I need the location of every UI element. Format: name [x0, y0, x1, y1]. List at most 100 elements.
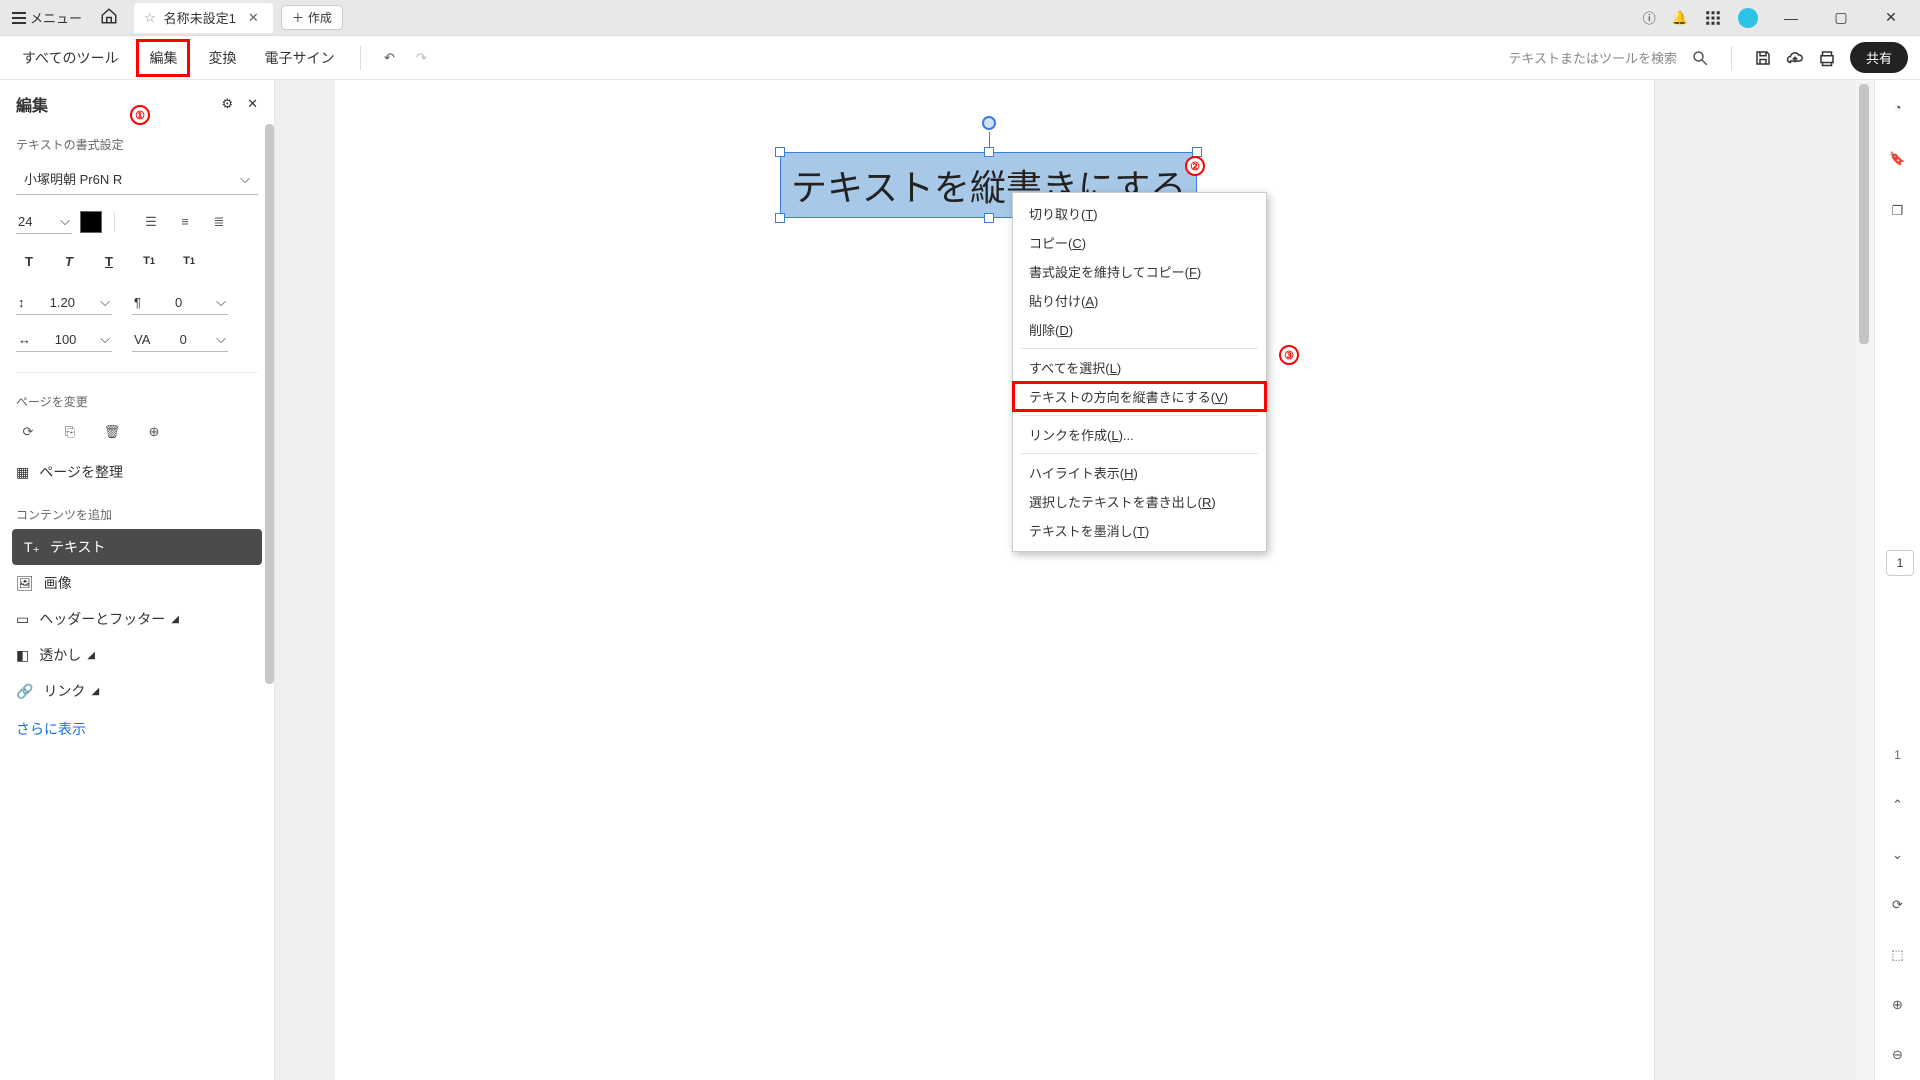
resize-handle-n[interactable]: [984, 147, 994, 157]
context-menu-item-label: ハイライト表示(: [1029, 466, 1124, 481]
font-family-select[interactable]: 小塚明朝 Pr6N R ⌵: [16, 163, 258, 195]
resize-handle-sw[interactable]: [775, 213, 785, 223]
bold-button[interactable]: T: [16, 248, 42, 274]
superscript-button[interactable]: T1: [136, 248, 162, 274]
redo-button[interactable]: ↷: [409, 46, 433, 70]
context-menu-item[interactable]: ハイライト表示(H): [1013, 458, 1266, 487]
kerning-input[interactable]: VA 0 ⌵: [132, 327, 228, 352]
tab-close-button[interactable]: ✕: [244, 10, 263, 26]
context-menu-item[interactable]: 書式設定を維持してコピー(F): [1013, 257, 1266, 286]
help-icon[interactable]: ⓘ: [1643, 8, 1656, 27]
zoom-in-button[interactable]: ⊕: [1883, 990, 1913, 1020]
context-menu-item[interactable]: テキストの方向を縦書きにする(V): [1013, 382, 1266, 411]
page-number-badge[interactable]: 1: [1886, 550, 1914, 576]
context-menu-item[interactable]: リンクを作成(L)...: [1013, 420, 1266, 449]
close-panel-button[interactable]: ✕: [247, 96, 258, 112]
context-menu-item[interactable]: すべてを選択(L): [1013, 353, 1266, 382]
tab-esign[interactable]: 電子サイン: [254, 42, 344, 74]
window-maximize[interactable]: ▢: [1824, 9, 1858, 26]
context-menu-item[interactable]: 切り取り(T): [1013, 199, 1266, 228]
image-icon: 🖼: [16, 575, 34, 592]
left-panel-scrollbar[interactable]: [265, 124, 274, 684]
resize-handle-s[interactable]: [984, 213, 994, 223]
settings-gear-icon[interactable]: ⚙: [221, 96, 233, 112]
separator: [16, 372, 258, 373]
fit-page-button[interactable]: ⬚: [1883, 940, 1913, 970]
add-text-label: テキスト: [50, 537, 106, 557]
tab-edit[interactable]: 編集: [136, 39, 190, 77]
page-down-button[interactable]: ⌄: [1883, 840, 1913, 870]
context-menu-item-label: 貼り付け(: [1029, 294, 1085, 309]
pages-panel-icon[interactable]: ❐: [1883, 196, 1913, 226]
annotation-2: ②: [1185, 156, 1205, 176]
share-button[interactable]: 共有: [1850, 42, 1908, 73]
refresh-view-button[interactable]: ⟳: [1883, 890, 1913, 920]
line-height-input[interactable]: ↕ 1.20 ⌵: [16, 290, 112, 315]
extract-page-button[interactable]: ⎘: [58, 420, 82, 444]
context-menu-item-label: コピー(: [1029, 236, 1072, 251]
context-menu-item[interactable]: 削除(D): [1013, 315, 1266, 344]
add-header-footer-button[interactable]: ▭ ヘッダーとフッター ◢: [0, 601, 274, 637]
context-menu-item[interactable]: コピー(C): [1013, 228, 1266, 257]
rotate-handle[interactable]: [982, 116, 996, 130]
underline-button[interactable]: T: [96, 248, 122, 274]
context-menu-item[interactable]: 選択したテキストを書き出し(R): [1013, 487, 1266, 516]
window-minimize[interactable]: —: [1774, 10, 1808, 26]
kerning-value: 0: [180, 332, 187, 347]
organize-pages-button[interactable]: ▦ ページを整理: [0, 454, 274, 490]
document-tab[interactable]: ☆ 名称未設定1 ✕: [134, 3, 273, 33]
paragraph-space-input[interactable]: ¶ 0 ⌵: [132, 290, 228, 315]
context-menu-item[interactable]: テキストを墨消し(T): [1013, 516, 1266, 545]
cloud-upload-icon[interactable]: [1786, 49, 1804, 67]
window-close[interactable]: ✕: [1874, 9, 1908, 26]
italic-button[interactable]: T: [56, 248, 82, 274]
font-size-select[interactable]: 24 ⌵: [16, 209, 72, 234]
print-icon[interactable]: [1818, 49, 1836, 67]
undo-button[interactable]: ↶: [377, 46, 401, 70]
organize-pages-label: ページを整理: [39, 462, 123, 482]
context-menu-item[interactable]: 貼り付け(A): [1013, 286, 1266, 315]
search-placeholder[interactable]: テキストまたはツールを検索: [1508, 48, 1677, 67]
show-more-link[interactable]: さらに表示: [0, 709, 274, 749]
topbar-right: テキストまたはツールを検索 共有: [1508, 42, 1908, 73]
context-menu-shortcut: L: [1111, 428, 1118, 443]
submenu-indicator-icon: ◢: [91, 686, 99, 697]
divider: [114, 212, 115, 232]
tab-convert[interactable]: 変換: [198, 42, 246, 74]
bullet-list-button[interactable]: ☰: [139, 210, 163, 234]
numbered-list-button[interactable]: ≡: [173, 210, 197, 234]
bookmark-icon[interactable]: 🔖: [1883, 144, 1913, 174]
tab-all-tools[interactable]: すべてのツール: [12, 42, 128, 74]
notifications-icon[interactable]: 🔔: [1672, 10, 1688, 26]
canvas-scrollbar[interactable]: [1856, 80, 1874, 1080]
insert-page-button[interactable]: ⊕: [142, 420, 166, 444]
apps-grid-icon[interactable]: [1704, 9, 1722, 27]
scrollbar-thumb[interactable]: [1859, 84, 1869, 344]
annotation-1: ①: [130, 105, 150, 125]
subscript-button[interactable]: T1: [176, 248, 202, 274]
add-image-button[interactable]: 🖼 画像: [0, 565, 274, 601]
home-button[interactable]: [90, 3, 128, 32]
search-icon[interactable]: [1691, 49, 1709, 67]
zoom-out-button[interactable]: ⊖: [1883, 1040, 1913, 1070]
add-link-button[interactable]: 🔗 リンク ◢: [0, 673, 274, 709]
context-menu-separator: [1021, 348, 1258, 349]
add-text-button[interactable]: T₊ テキスト: [12, 529, 262, 565]
save-icon[interactable]: [1754, 49, 1772, 67]
account-avatar[interactable]: [1738, 8, 1758, 28]
text-color-swatch[interactable]: [80, 211, 102, 233]
page-up-button[interactable]: ⌃: [1883, 790, 1913, 820]
horizontal-scale-input[interactable]: ↔ 100 ⌵: [16, 327, 112, 352]
create-button[interactable]: ＋ 作成: [281, 5, 343, 30]
annotation-3: ③: [1279, 345, 1299, 365]
rotate-page-button[interactable]: ⟳: [16, 420, 40, 444]
main-menu-button[interactable]: メニュー: [4, 4, 90, 31]
align-button[interactable]: ≣: [207, 210, 231, 234]
context-menu-separator: [1021, 415, 1258, 416]
clock-icon[interactable]: ◔: [1883, 92, 1913, 122]
chevron-down-icon: ⌵: [216, 294, 226, 310]
document-canvas[interactable]: テキストを縦書きにする ② ③ 切り取り(T)コピー(C)書式設定を維持してコピ…: [275, 80, 1874, 1080]
delete-page-button[interactable]: 🗑: [100, 420, 124, 444]
resize-handle-nw[interactable]: [775, 147, 785, 157]
add-watermark-button[interactable]: ◧ 透かし ◢: [0, 637, 274, 673]
